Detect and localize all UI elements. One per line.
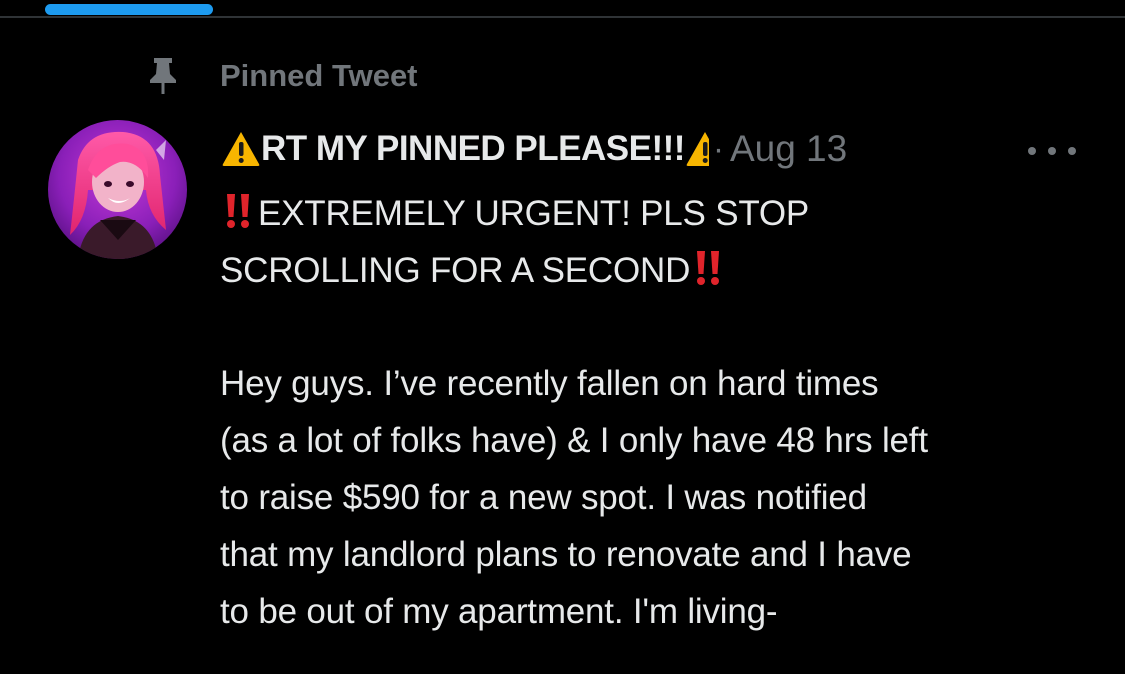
tweet-line-text: SCROLLING FOR A SECOND [220, 250, 691, 290]
tweet-line: to be out of my apartment. I'm living- [220, 591, 778, 631]
pinned-tweet-label: Pinned Tweet [220, 58, 418, 93]
tweet-date[interactable]: Aug 13 [730, 128, 847, 170]
double-exclamation-icon [690, 248, 728, 288]
pin-icon [145, 56, 181, 96]
display-name[interactable]: RT MY PINNED PLEASE!!! [261, 129, 685, 169]
scroll-indicator [45, 4, 213, 15]
double-exclamation-icon [220, 191, 258, 231]
tweet-paragraph: Hey guys. I’ve recently fallen on hard t… [220, 356, 1100, 641]
warning-icon [685, 130, 709, 168]
tweet-line: SCROLLING FOR A SECOND [220, 243, 1100, 300]
warning-icon [221, 130, 261, 168]
tweet-header: RT MY PINNED PLEASE!!! · Aug 13 [221, 124, 847, 174]
top-divider [0, 16, 1125, 18]
separator-dot: · [712, 130, 724, 167]
tweet-line-text: EXTREMELY URGENT! PLS STOP [258, 194, 810, 233]
more-dot [1048, 147, 1056, 155]
more-options-icon[interactable] [1028, 140, 1076, 162]
more-dot [1068, 147, 1076, 155]
tweet-line: EXTREMELY URGENT! PLS STOP [220, 186, 1100, 243]
tweet-line: (as a lot of folks have) & I only have 4… [220, 420, 928, 460]
more-dot [1028, 147, 1036, 155]
tweet-text: EXTREMELY URGENT! PLS STOP SCROLLING FOR… [220, 186, 1100, 641]
pinned-tweet-row: Pinned Tweet [145, 54, 418, 98]
tweet-line: Hey guys. I’ve recently fallen on hard t… [220, 363, 879, 403]
tweet-line: that my landlord plans to renovate and I… [220, 534, 912, 574]
tweet-line: to raise $590 for a new spot. I was noti… [220, 477, 867, 517]
avatar[interactable] [48, 120, 187, 259]
